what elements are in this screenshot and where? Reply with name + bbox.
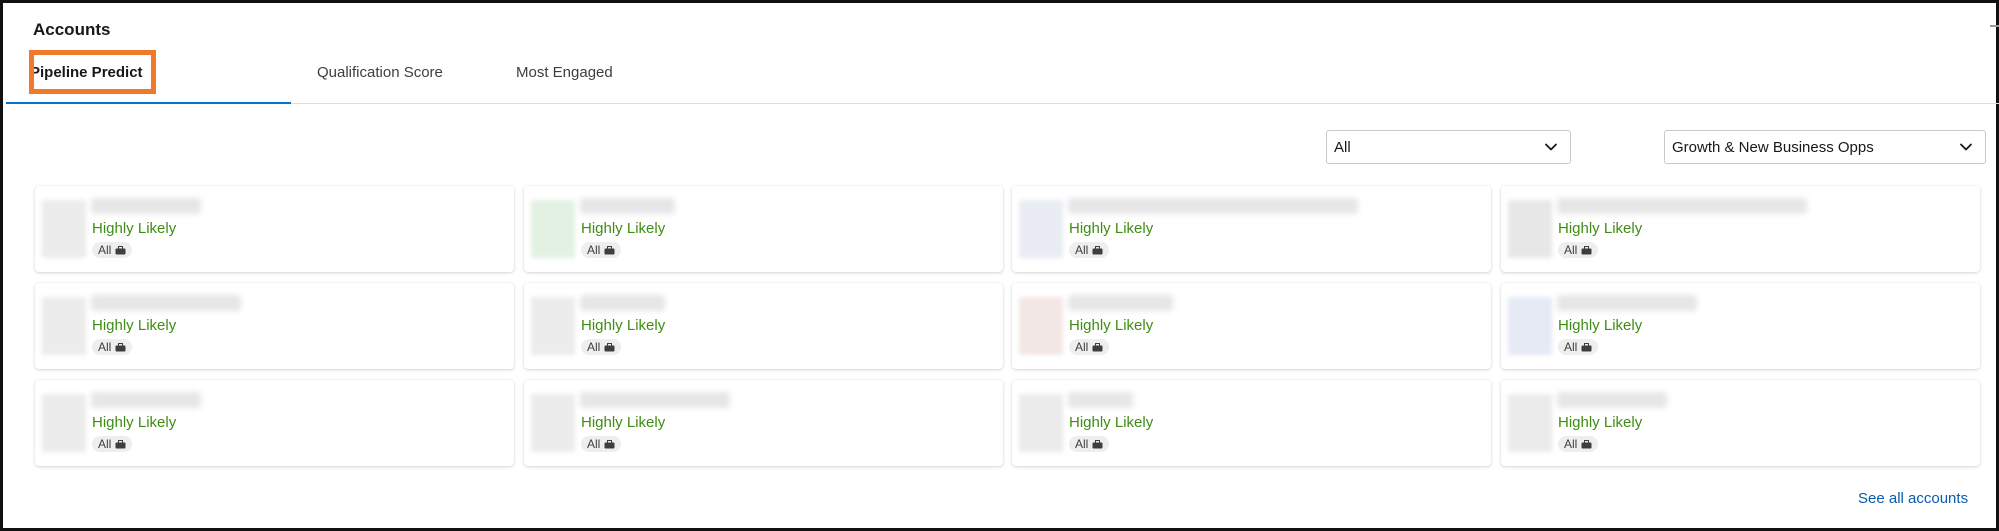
account-logo [42,297,86,355]
tab-bar: Pipeline Predict Qualification Score Mos… [6,53,1999,104]
account-card[interactable]: Highly Likely All [524,380,1003,466]
segment-tag-label: All [1075,437,1089,451]
segment-tag: All [1558,339,1599,355]
account-logo [42,200,86,258]
briefcase-icon [1092,342,1103,351]
active-tab-indicator [6,102,291,104]
segment-tag: All [92,436,133,452]
segment-tag-label: All [1075,243,1089,257]
account-card[interactable]: Highly Likely All [1501,380,1980,466]
briefcase-icon [604,342,615,351]
account-name-redacted [1557,295,1697,311]
segment-tag: All [92,339,133,355]
account-card[interactable]: Highly Likely All [35,380,514,466]
briefcase-icon [1092,245,1103,254]
likelihood-rating: Highly Likely [581,317,666,334]
segment-tag-label: All [1564,437,1578,451]
account-card[interactable]: Highly Likely All [35,186,514,272]
account-logo [1508,200,1552,258]
likelihood-rating: Highly Likely [1069,317,1154,334]
segment-tag-label: All [1564,340,1578,354]
segment-tag-label: All [98,243,112,257]
segment-filter-value: All [1334,139,1351,156]
likelihood-rating: Highly Likely [1558,414,1643,431]
briefcase-icon [604,439,615,448]
tab-most-engaged[interactable]: Most Engaged [516,53,613,103]
briefcase-icon [1581,342,1592,351]
account-logo [1508,394,1552,452]
likelihood-rating: Highly Likely [1069,414,1154,431]
account-name-redacted [580,392,730,408]
likelihood-rating: Highly Likely [1558,220,1643,237]
briefcase-icon [115,439,126,448]
briefcase-icon [1581,439,1592,448]
account-name-redacted [1557,198,1807,214]
panel-edge-marker [1990,25,1999,27]
accounts-panel: Accounts Pipeline Predict Qualification … [0,0,1999,531]
segment-tag: All [581,339,622,355]
segment-tag: All [581,242,622,258]
account-name-redacted [580,295,665,311]
account-name-redacted [1557,392,1667,408]
briefcase-icon [115,245,126,254]
segment-tag: All [1558,436,1599,452]
opportunity-type-select[interactable]: Growth & New Business Opps [1664,130,1986,164]
likelihood-rating: Highly Likely [1069,220,1154,237]
segment-tag-label: All [587,340,601,354]
account-card[interactable]: Highly Likely All [35,283,514,369]
segment-tag-label: All [98,340,112,354]
account-logo [531,394,575,452]
opportunity-type-value: Growth & New Business Opps [1672,139,1874,156]
segment-tag-label: All [98,437,112,451]
segment-tag: All [1558,242,1599,258]
briefcase-icon [1092,439,1103,448]
account-name-redacted [91,198,201,214]
likelihood-rating: Highly Likely [92,220,177,237]
briefcase-icon [604,245,615,254]
briefcase-icon [1581,245,1592,254]
account-card[interactable]: Highly Likely All [1501,186,1980,272]
account-name-redacted [1068,392,1133,408]
segment-filter-select[interactable]: All [1326,130,1571,164]
account-logo [1019,297,1063,355]
account-name-redacted [1068,295,1173,311]
likelihood-rating: Highly Likely [1558,317,1643,334]
segment-tag-label: All [587,437,601,451]
segment-tag: All [581,436,622,452]
segment-tag-label: All [587,243,601,257]
segment-tag: All [1069,436,1110,452]
segment-tag: All [92,242,133,258]
chevron-down-icon [1960,143,1972,151]
account-logo [1019,394,1063,452]
account-name-redacted [91,392,201,408]
account-logo [531,200,575,258]
account-card[interactable]: Highly Likely All [524,186,1003,272]
segment-tag-label: All [1075,340,1089,354]
see-all-accounts-link[interactable]: See all accounts [1858,490,1968,507]
chevron-down-icon [1545,143,1557,151]
briefcase-icon [115,342,126,351]
account-logo [531,297,575,355]
segment-tag: All [1069,339,1110,355]
page-title: Accounts [33,20,111,39]
account-card[interactable]: Highly Likely All [524,283,1003,369]
segment-tag: All [1069,242,1110,258]
account-logo [42,394,86,452]
segment-tag-label: All [1564,243,1578,257]
account-card[interactable]: Highly Likely All [1012,380,1491,466]
account-logo [1508,297,1552,355]
tab-qualification-score[interactable]: Qualification Score [317,53,443,103]
account-card[interactable]: Highly Likely All [1012,186,1491,272]
annotation-highlight-box [29,50,156,94]
likelihood-rating: Highly Likely [581,220,666,237]
likelihood-rating: Highly Likely [92,317,177,334]
likelihood-rating: Highly Likely [581,414,666,431]
likelihood-rating: Highly Likely [92,414,177,431]
account-card[interactable]: Highly Likely All [1501,283,1980,369]
account-name-redacted [580,198,675,214]
account-name-redacted [1068,198,1358,214]
account-name-redacted [91,295,241,311]
account-card[interactable]: Highly Likely All [1012,283,1491,369]
account-logo [1019,200,1063,258]
